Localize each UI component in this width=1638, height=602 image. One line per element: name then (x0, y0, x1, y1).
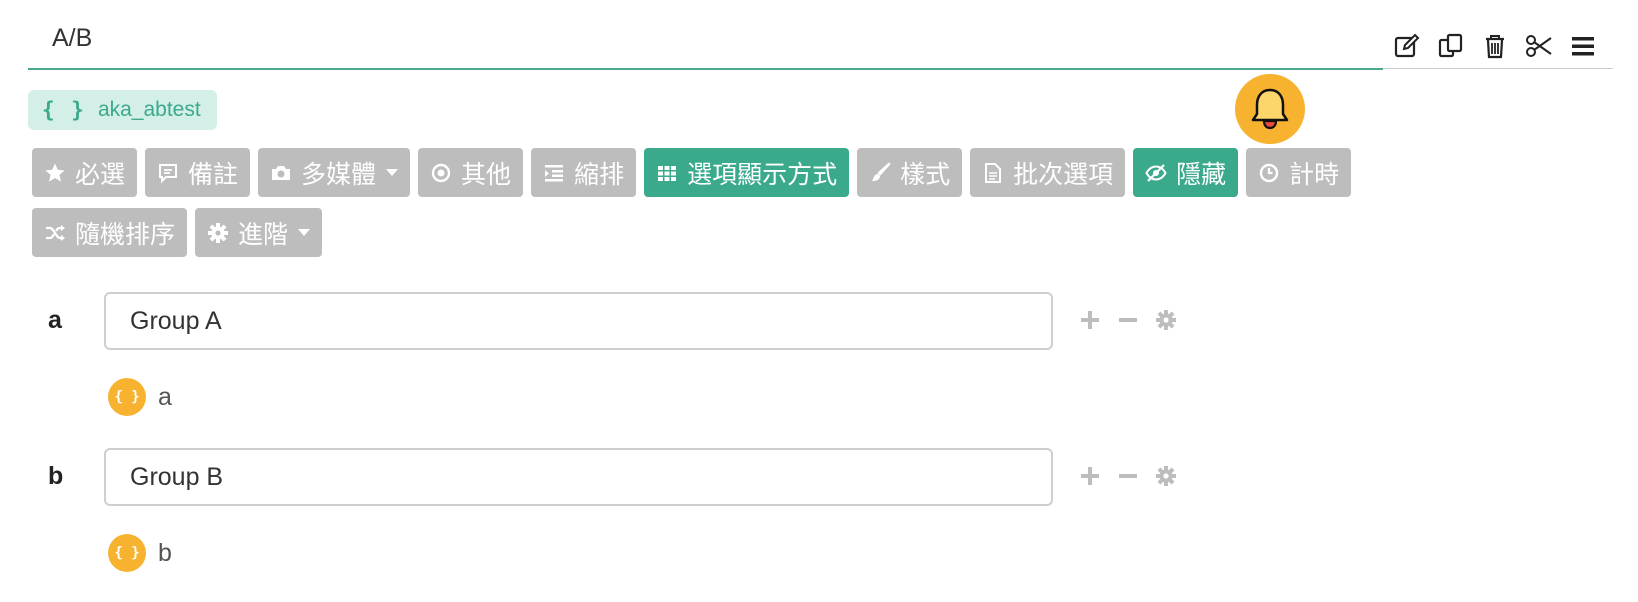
option-input-value: Group B (130, 462, 224, 491)
settings-button-label: 其他 (461, 159, 512, 189)
settings-button[interactable]: 必選 (32, 148, 138, 197)
option-label: b (48, 462, 64, 490)
comment-icon (157, 162, 179, 184)
settings-button[interactable]: 備註 (145, 148, 251, 197)
gear-icon[interactable] (1154, 308, 1178, 332)
settings-button-label: 隱藏 (1176, 159, 1227, 189)
option-input[interactable]: Group B (104, 448, 1053, 506)
question-title-text: A/B (52, 24, 93, 52)
settings-button[interactable]: 計時 (1246, 148, 1352, 197)
indent-icon (543, 162, 565, 184)
clock-icon (1258, 162, 1280, 184)
question-toolbar (1390, 28, 1600, 64)
settings-button[interactable]: 縮排 (531, 148, 637, 197)
title-divider (1383, 68, 1613, 69)
grid-icon (656, 162, 678, 184)
settings-button[interactable]: 選項顯示方式 (644, 148, 850, 197)
caret-down-icon (386, 169, 399, 176)
brace-icon: { } (108, 534, 146, 572)
option-variable-label: b (158, 538, 172, 567)
cog-icon (207, 222, 229, 244)
option-actions (1078, 464, 1178, 488)
question-variable-tag[interactable]: { } aka_abtest (28, 90, 217, 130)
option-variable[interactable]: { } b (108, 534, 172, 572)
menu-icon[interactable] (1566, 29, 1600, 63)
settings-button[interactable]: 其他 (418, 148, 524, 197)
trash-icon[interactable] (1478, 29, 1512, 63)
settings-button-label: 選項顯示方式 (687, 159, 838, 189)
settings-button[interactable]: 隨機排序 (32, 208, 188, 257)
option-input[interactable]: Group A (104, 292, 1053, 350)
settings-button[interactable]: 樣式 (857, 148, 963, 197)
brush-icon (869, 162, 891, 184)
option-actions (1078, 308, 1178, 332)
option-variable-label: a (158, 382, 172, 411)
minus-icon[interactable] (1116, 464, 1140, 488)
copy-icon[interactable] (1434, 29, 1468, 63)
settings-button-label: 批次選項 (1013, 159, 1114, 189)
settings-button-row-2: 隨機排序 進階 (32, 208, 323, 257)
brace-icon: { } (108, 378, 146, 416)
settings-button-label: 進階 (238, 219, 289, 249)
settings-button[interactable]: 多媒體 (258, 148, 411, 197)
settings-button-label: 備註 (188, 159, 239, 189)
notification-bell-icon[interactable] (1235, 74, 1305, 144)
settings-button-label: 計時 (1289, 159, 1340, 189)
shuffle-icon (44, 222, 66, 244)
settings-button-label: 樣式 (900, 159, 951, 189)
caret-down-icon (298, 229, 311, 236)
brace-icon: { } (42, 98, 86, 122)
option-input-value: Group A (130, 306, 222, 335)
minus-icon[interactable] (1116, 308, 1140, 332)
star-icon (44, 162, 66, 184)
settings-button[interactable]: 進階 (195, 208, 323, 257)
edit-icon[interactable] (1390, 29, 1424, 63)
settings-button-label: 多媒體 (301, 159, 377, 189)
option-label: a (48, 306, 62, 334)
scissors-icon[interactable] (1522, 29, 1556, 63)
file-icon (982, 162, 1004, 184)
settings-button[interactable]: 隱藏 (1133, 148, 1239, 197)
plus-icon[interactable] (1078, 308, 1102, 332)
question-title-field[interactable]: A/B (28, 18, 1383, 70)
plus-icon[interactable] (1078, 464, 1102, 488)
option-variable[interactable]: { } a (108, 378, 172, 416)
variable-tag-label: aka_abtest (97, 98, 201, 121)
camera-icon (270, 162, 292, 184)
dot-circle-icon (430, 162, 452, 184)
eye-slash-icon (1145, 162, 1167, 184)
gear-icon[interactable] (1154, 464, 1178, 488)
settings-button-row-1: 必選 備註 多媒體 其他 縮排 選項顯示方式 樣式 批次選項 隱藏 計時 (32, 148, 1352, 197)
settings-button-label: 隨機排序 (75, 219, 176, 249)
settings-button-label: 必選 (75, 159, 126, 189)
settings-button-label: 縮排 (574, 159, 625, 189)
settings-button[interactable]: 批次選項 (970, 148, 1126, 197)
